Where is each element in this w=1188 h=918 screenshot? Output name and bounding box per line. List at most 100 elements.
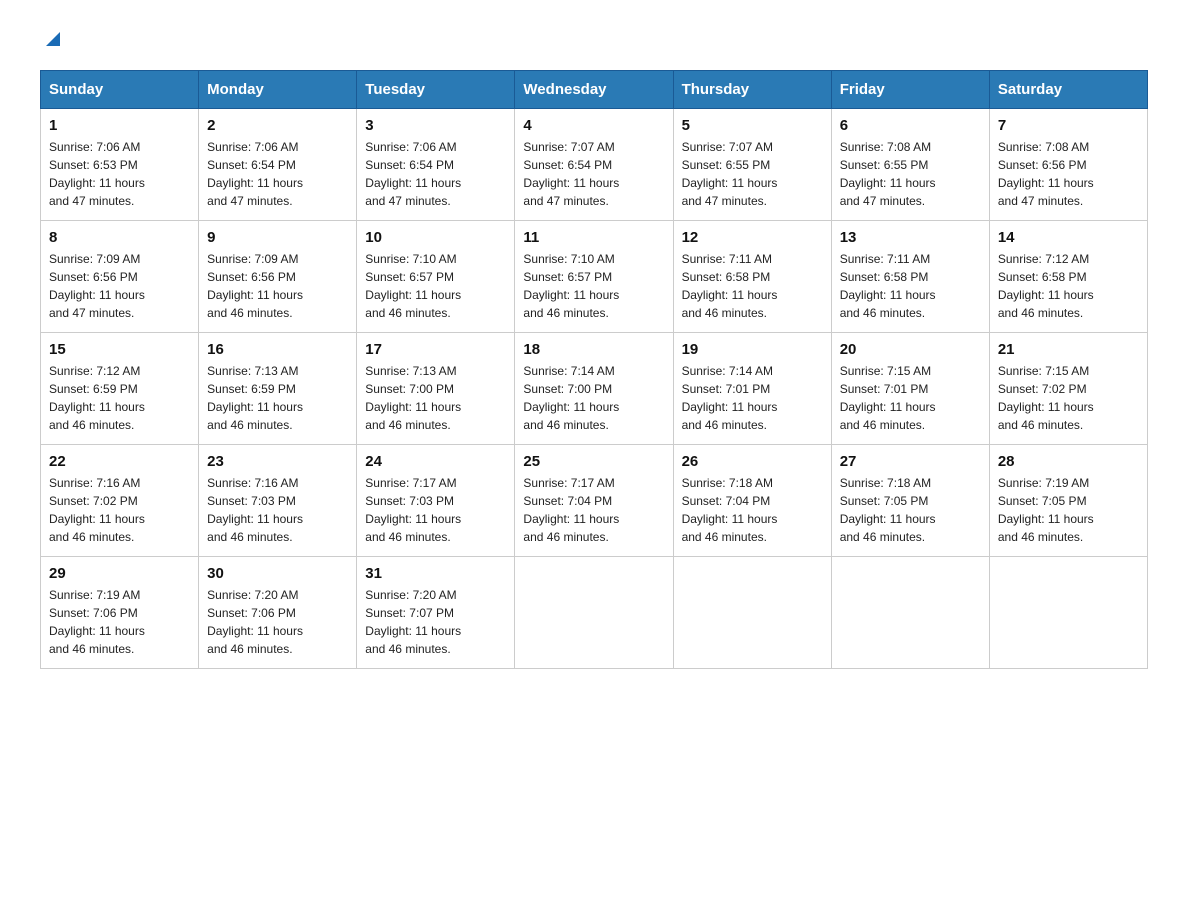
weekday-header: Saturday: [989, 71, 1147, 109]
calendar-week-row: 22 Sunrise: 7:16 AMSunset: 7:02 PMDayligh…: [41, 445, 1148, 557]
calendar-day-cell: 3Sunrise: 7:06 AMSunset: 6:54 PMDaylight…: [357, 109, 515, 221]
calendar-day-cell: 18Sunrise: 7:14 AMSunset: 7:00 PMDayligh…: [515, 333, 673, 445]
calendar-day-cell: 19 Sunrise: 7:14 AMSunset: 7:01 PMDayligh…: [673, 333, 831, 445]
calendar-day-cell: 28 Sunrise: 7:19 AMSunset: 7:05 PMDayligh…: [989, 445, 1147, 557]
calendar-header-row: SundayMondayTuesdayWednesdayThursdayFrid…: [41, 71, 1148, 109]
calendar-day-cell: 16 Sunrise: 7:13 AMSunset: 6:59 PMDayligh…: [199, 333, 357, 445]
day-info: Sunrise: 7:12 AMSunset: 6:58 PMDaylight:…: [998, 250, 1139, 322]
day-info: Sunrise: 7:06 AMSunset: 6:54 PMDaylight:…: [207, 138, 348, 210]
weekday-header: Thursday: [673, 71, 831, 109]
day-info: Sunrise: 7:18 AMSunset: 7:04 PMDaylight:…: [682, 474, 823, 546]
day-info: Sunrise: 7:11 AMSunset: 6:58 PMDaylight:…: [682, 250, 823, 322]
day-number: 26: [682, 453, 823, 470]
day-info: Sunrise: 7:06 AMSunset: 6:54 PMDaylight:…: [365, 138, 506, 210]
day-info: Sunrise: 7:16 AMSunset: 7:03 PMDaylight:…: [207, 474, 348, 546]
calendar-day-cell: 12Sunrise: 7:11 AMSunset: 6:58 PMDayligh…: [673, 221, 831, 333]
day-number: 2: [207, 117, 348, 134]
day-number: 29: [49, 565, 190, 582]
day-info: Sunrise: 7:18 AMSunset: 7:05 PMDaylight:…: [840, 474, 981, 546]
calendar-week-row: 1Sunrise: 7:06 AMSunset: 6:53 PMDaylight…: [41, 109, 1148, 221]
calendar-week-row: 29Sunrise: 7:19 AMSunset: 7:06 PMDayligh…: [41, 557, 1148, 669]
day-number: 13: [840, 229, 981, 246]
page-header: [40, 30, 1148, 50]
calendar-day-cell: 29Sunrise: 7:19 AMSunset: 7:06 PMDayligh…: [41, 557, 199, 669]
calendar-day-cell: 6 Sunrise: 7:08 AMSunset: 6:55 PMDaylight…: [831, 109, 989, 221]
day-number: 24: [365, 453, 506, 470]
day-info: Sunrise: 7:20 AMSunset: 7:07 PMDaylight:…: [365, 586, 506, 658]
day-info: Sunrise: 7:09 AMSunset: 6:56 PMDaylight:…: [207, 250, 348, 322]
day-number: 20: [840, 341, 981, 358]
calendar-day-cell: 21 Sunrise: 7:15 AMSunset: 7:02 PMDayligh…: [989, 333, 1147, 445]
day-info: Sunrise: 7:08 AMSunset: 6:55 PMDaylight:…: [840, 138, 981, 210]
calendar-day-cell: 15 Sunrise: 7:12 AMSunset: 6:59 PMDayligh…: [41, 333, 199, 445]
calendar-day-cell: 1Sunrise: 7:06 AMSunset: 6:53 PMDaylight…: [41, 109, 199, 221]
logo-triangle-icon: [42, 28, 64, 50]
day-info: Sunrise: 7:12 AMSunset: 6:59 PMDaylight:…: [49, 362, 190, 434]
calendar-day-cell: [515, 557, 673, 669]
day-number: 19: [682, 341, 823, 358]
calendar-day-cell: 2 Sunrise: 7:06 AMSunset: 6:54 PMDaylight…: [199, 109, 357, 221]
calendar-day-cell: 17 Sunrise: 7:13 AMSunset: 7:00 PMDayligh…: [357, 333, 515, 445]
day-number: 30: [207, 565, 348, 582]
day-number: 22: [49, 453, 190, 470]
day-info: Sunrise: 7:07 AMSunset: 6:54 PMDaylight:…: [523, 138, 664, 210]
day-info: Sunrise: 7:17 AMSunset: 7:04 PMDaylight:…: [523, 474, 664, 546]
calendar-day-cell: [831, 557, 989, 669]
day-number: 27: [840, 453, 981, 470]
day-number: 9: [207, 229, 348, 246]
calendar-day-cell: 20 Sunrise: 7:15 AMSunset: 7:01 PMDayligh…: [831, 333, 989, 445]
calendar-day-cell: 30 Sunrise: 7:20 AMSunset: 7:06 PMDayligh…: [199, 557, 357, 669]
calendar-day-cell: 23 Sunrise: 7:16 AMSunset: 7:03 PMDayligh…: [199, 445, 357, 557]
day-info: Sunrise: 7:15 AMSunset: 7:01 PMDaylight:…: [840, 362, 981, 434]
day-info: Sunrise: 7:13 AMSunset: 6:59 PMDaylight:…: [207, 362, 348, 434]
day-number: 8: [49, 229, 190, 246]
day-number: 5: [682, 117, 823, 134]
day-info: Sunrise: 7:17 AMSunset: 7:03 PMDaylight:…: [365, 474, 506, 546]
calendar-day-cell: 26 Sunrise: 7:18 AMSunset: 7:04 PMDayligh…: [673, 445, 831, 557]
day-number: 15: [49, 341, 190, 358]
weekday-header: Wednesday: [515, 71, 673, 109]
day-number: 10: [365, 229, 506, 246]
calendar-day-cell: 9 Sunrise: 7:09 AMSunset: 6:56 PMDaylight…: [199, 221, 357, 333]
calendar-day-cell: 7Sunrise: 7:08 AMSunset: 6:56 PMDaylight…: [989, 109, 1147, 221]
day-info: Sunrise: 7:09 AMSunset: 6:56 PMDaylight:…: [49, 250, 190, 322]
calendar-day-cell: 27 Sunrise: 7:18 AMSunset: 7:05 PMDayligh…: [831, 445, 989, 557]
calendar-day-cell: 24 Sunrise: 7:17 AMSunset: 7:03 PMDayligh…: [357, 445, 515, 557]
day-number: 18: [523, 341, 664, 358]
calendar-day-cell: 10 Sunrise: 7:10 AMSunset: 6:57 PMDayligh…: [357, 221, 515, 333]
day-info: Sunrise: 7:15 AMSunset: 7:02 PMDaylight:…: [998, 362, 1139, 434]
day-info: Sunrise: 7:10 AMSunset: 6:57 PMDaylight:…: [365, 250, 506, 322]
calendar-week-row: 8 Sunrise: 7:09 AMSunset: 6:56 PMDaylight…: [41, 221, 1148, 333]
weekday-header: Friday: [831, 71, 989, 109]
day-number: 23: [207, 453, 348, 470]
day-info: Sunrise: 7:13 AMSunset: 7:00 PMDaylight:…: [365, 362, 506, 434]
calendar-day-cell: [989, 557, 1147, 669]
day-number: 17: [365, 341, 506, 358]
day-number: 14: [998, 229, 1139, 246]
calendar-day-cell: 13 Sunrise: 7:11 AMSunset: 6:58 PMDayligh…: [831, 221, 989, 333]
day-info: Sunrise: 7:16 AMSunset: 7:02 PMDaylight:…: [49, 474, 190, 546]
day-number: 11: [523, 229, 664, 246]
weekday-header: Tuesday: [357, 71, 515, 109]
day-info: Sunrise: 7:19 AMSunset: 7:05 PMDaylight:…: [998, 474, 1139, 546]
day-info: Sunrise: 7:11 AMSunset: 6:58 PMDaylight:…: [840, 250, 981, 322]
day-number: 16: [207, 341, 348, 358]
logo: [40, 30, 64, 50]
day-number: 4: [523, 117, 664, 134]
calendar-table: SundayMondayTuesdayWednesdayThursdayFrid…: [40, 70, 1148, 669]
day-info: Sunrise: 7:14 AMSunset: 7:01 PMDaylight:…: [682, 362, 823, 434]
day-number: 6: [840, 117, 981, 134]
calendar-day-cell: [673, 557, 831, 669]
calendar-day-cell: 25Sunrise: 7:17 AMSunset: 7:04 PMDayligh…: [515, 445, 673, 557]
day-number: 28: [998, 453, 1139, 470]
day-number: 21: [998, 341, 1139, 358]
day-number: 7: [998, 117, 1139, 134]
calendar-day-cell: 8 Sunrise: 7:09 AMSunset: 6:56 PMDaylight…: [41, 221, 199, 333]
day-number: 1: [49, 117, 190, 134]
calendar-day-cell: 31Sunrise: 7:20 AMSunset: 7:07 PMDayligh…: [357, 557, 515, 669]
calendar-day-cell: 22 Sunrise: 7:16 AMSunset: 7:02 PMDayligh…: [41, 445, 199, 557]
weekday-header: Sunday: [41, 71, 199, 109]
day-info: Sunrise: 7:20 AMSunset: 7:06 PMDaylight:…: [207, 586, 348, 658]
calendar-day-cell: 5Sunrise: 7:07 AMSunset: 6:55 PMDaylight…: [673, 109, 831, 221]
calendar-day-cell: 11Sunrise: 7:10 AMSunset: 6:57 PMDayligh…: [515, 221, 673, 333]
